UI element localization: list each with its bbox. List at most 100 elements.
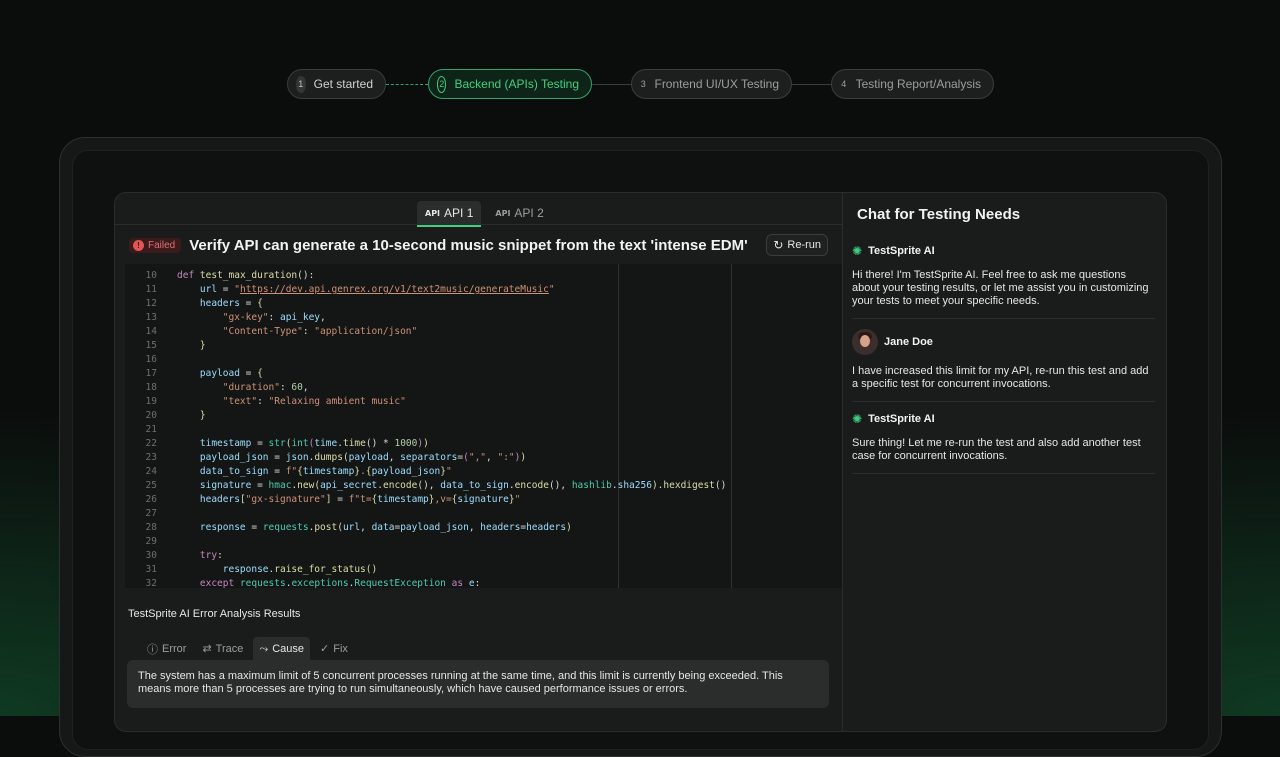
line-number: 26: [145, 494, 157, 505]
step-number: 4: [841, 79, 847, 89]
code-text: except requests.exceptions.RequestExcept…: [199, 578, 481, 588]
line-number: 20: [145, 410, 157, 421]
step-number: 3: [640, 79, 646, 89]
code-text: timestamp = str(int(time.time() * 1000)): [199, 438, 429, 449]
line-number: 21: [145, 424, 157, 435]
step-testing-report[interactable]: 4 Testing Report/Analysis: [831, 69, 994, 99]
step-label: Testing Report/Analysis: [855, 77, 981, 91]
chart-icon: ⤳: [259, 641, 269, 655]
refresh-icon: ↻: [773, 238, 784, 252]
line-number: 13: [145, 312, 157, 323]
divider: [115, 224, 842, 225]
api-icon: API: [425, 208, 441, 218]
check-circle-icon: ✓: [320, 642, 330, 655]
message-text: Sure thing! Let me re-run the test and a…: [852, 437, 1141, 462]
code-text: try:: [199, 550, 223, 561]
code-text: response = requests.post(url, data=paylo…: [199, 522, 572, 533]
author-name: Jane Doe: [884, 336, 933, 348]
code-text: url = "https://dev.api.genrex.org/v1/tex…: [199, 284, 555, 295]
analysis-tabs: ⓘ Error ⇄ Trace ⤳ Cause ✓ Fix: [141, 637, 354, 662]
step-label: Frontend UI/UX Testing: [654, 77, 779, 91]
tab-cause[interactable]: ⤳ Cause: [253, 637, 310, 662]
brain-icon: ✺: [852, 412, 863, 426]
step-number: 2: [437, 75, 447, 93]
rerun-button[interactable]: ↻ Re-run: [766, 234, 828, 256]
step-backend-testing[interactable]: 2 Backend (APIs) Testing: [428, 69, 592, 99]
tab-label: Fix: [333, 642, 348, 655]
code-text: }: [199, 340, 206, 351]
tab-label: Error: [162, 642, 187, 655]
info-circle-icon: ⓘ: [147, 642, 158, 656]
chat-message: ✺ TestSprite AI Hi there! I'm TestSprite…: [852, 244, 1155, 319]
swap-icon: ⇄: [202, 642, 212, 655]
step-get-started[interactable]: 1 Get started: [287, 69, 386, 99]
step-label: Backend (APIs) Testing: [454, 77, 579, 91]
tab-fix[interactable]: ✓ Fix: [314, 637, 354, 660]
code-text: payload_json = json.dumps(payload, separ…: [199, 452, 527, 463]
guide-line: [618, 264, 619, 588]
chat-panel: Chat for Testing Needs ✺ TestSprite AI H…: [842, 193, 1166, 731]
chat-message: Jane Doe I have increased this limit for…: [852, 329, 1155, 402]
message-author: ✺ TestSprite AI: [852, 244, 1155, 258]
line-number: 28: [145, 522, 157, 533]
line-number: 19: [145, 396, 157, 407]
code-text: signature = hmac.new(api_secret.encode()…: [199, 480, 727, 491]
code-text: payload = {: [199, 368, 263, 379]
step-label: Get started: [313, 77, 373, 91]
message-text: Hi there! I'm TestSprite AI. Feel free t…: [852, 269, 1149, 307]
message-author: Jane Doe: [852, 329, 1155, 355]
code-text: "text": "Relaxing ambient music": [222, 396, 406, 407]
step-connector: [592, 84, 631, 85]
tab-error[interactable]: ⓘ Error: [141, 637, 192, 660]
line-number: 32: [145, 578, 157, 588]
analysis-result: The system has a maximum limit of 5 conc…: [127, 660, 829, 708]
tab-trace[interactable]: ⇄ Trace: [196, 637, 249, 660]
code-editor[interactable]: 10 def test_max_duration(): 11 url = "htt…: [125, 264, 842, 588]
status-badge: ! Failed: [129, 237, 182, 253]
guide-line: [731, 264, 732, 588]
test-header: ! Failed Verify API can generate a 10-se…: [129, 233, 828, 257]
chat-message: ✺ TestSprite AI Sure thing! Let me re-ru…: [852, 412, 1155, 474]
line-number: 12: [145, 298, 157, 309]
avatar: [852, 329, 878, 355]
line-number: 23: [145, 452, 157, 463]
line-number: 15: [145, 340, 157, 351]
code-text: }: [199, 410, 206, 421]
line-number: 25: [145, 480, 157, 491]
line-number: 31: [145, 564, 157, 575]
status-label: Failed: [148, 239, 176, 251]
step-connector: [792, 84, 831, 85]
author-name: TestSprite AI: [868, 413, 935, 425]
brain-icon: ✺: [852, 244, 863, 258]
chat-title: Chat for Testing Needs: [857, 206, 1021, 223]
code-text: headers = {: [199, 298, 263, 309]
line-number: 22: [145, 438, 157, 449]
step-frontend-testing[interactable]: 3 Frontend UI/UX Testing: [631, 69, 792, 99]
step-number: 1: [296, 75, 306, 93]
code-text: "gx-key": api_key,: [222, 312, 326, 323]
analysis-title: TestSprite AI Error Analysis Results: [128, 608, 301, 620]
step-connector: [386, 84, 428, 85]
line-number: 16: [145, 354, 157, 365]
alert-icon: !: [133, 239, 144, 251]
test-panel: API API 1 API API 2 ! Failed Verify API …: [115, 193, 843, 731]
line-number: 11: [145, 284, 157, 295]
app-panel: API API 1 API API 2 ! Failed Verify API …: [114, 192, 1167, 732]
line-number: 17: [145, 368, 157, 379]
line-number: 14: [145, 326, 157, 337]
rerun-label: Re-run: [787, 239, 821, 251]
line-number: 10: [145, 270, 157, 281]
tab-label: Cause: [272, 642, 304, 655]
line-number: 18: [145, 382, 157, 393]
tab-label: API 2: [514, 206, 544, 220]
code-text: "Content-Type": "application/json": [222, 326, 418, 337]
tab-label: API 1: [444, 206, 474, 220]
line-number: 29: [145, 536, 157, 547]
line-number: 24: [145, 466, 157, 477]
tab-label: Trace: [215, 642, 244, 655]
progress-stepper: 1 Get started 2 Backend (APIs) Testing 3…: [287, 69, 994, 101]
message-author: ✺ TestSprite AI: [852, 412, 1155, 426]
tab-api-2[interactable]: API API 2: [487, 201, 551, 225]
code-text: response.raise_for_status(): [222, 564, 378, 575]
code-text: "duration": 60,: [222, 382, 309, 393]
